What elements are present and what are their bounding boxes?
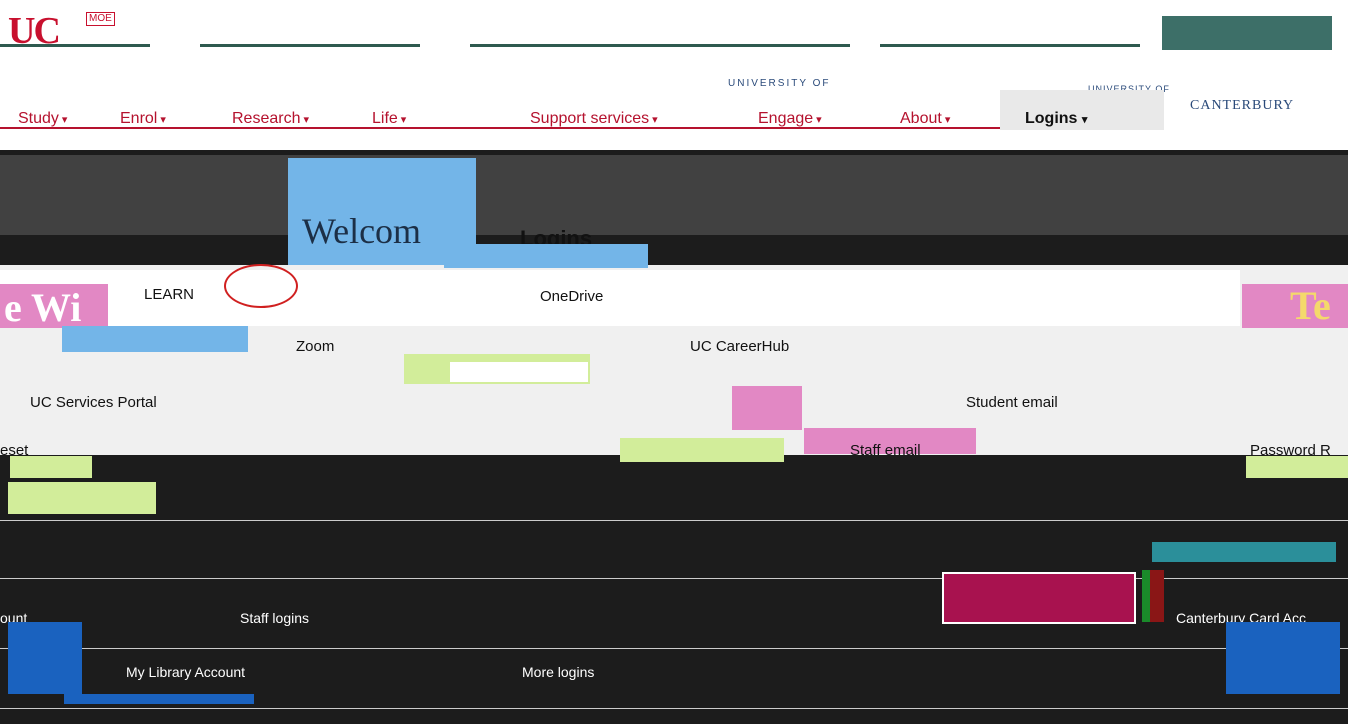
banner-right-text: Te <box>1290 283 1331 328</box>
login-link-student-email[interactable]: Student email <box>966 394 1058 411</box>
blue-block-right <box>1226 622 1340 694</box>
university-of-label: UNIVERSITY OF <box>728 78 831 89</box>
footer-link-staff-logins[interactable]: Staff logins <box>240 610 309 626</box>
chevron-down-icon: ▾ <box>816 114 822 126</box>
tile-blue <box>62 326 248 352</box>
footer-link-my-library[interactable]: My Library Account <box>126 664 245 680</box>
teal-strip <box>1152 542 1336 562</box>
utility-underline <box>0 44 150 47</box>
nav-engage[interactable]: Engage ▾ <box>758 110 822 128</box>
tile-green-5 <box>8 482 156 514</box>
nav-about[interactable]: About ▾ <box>900 110 950 128</box>
login-link-careerhub[interactable]: UC CareerHub <box>690 338 789 355</box>
tile-green-2 <box>10 456 92 480</box>
divider <box>0 648 1348 649</box>
nav-research[interactable]: Research ▾ <box>232 110 309 128</box>
divider <box>0 708 1348 709</box>
chevron-down-icon: ▾ <box>61 114 68 126</box>
logins-tab-label: Logins ▾ <box>1025 110 1087 128</box>
nav-label: Engage <box>758 110 814 127</box>
green-bar <box>1142 570 1150 622</box>
utility-underline <box>470 44 850 47</box>
tile-inner <box>450 362 588 382</box>
red-bar <box>1150 570 1164 622</box>
nav-label: Research <box>232 110 301 127</box>
divider <box>0 520 1348 521</box>
nav-life[interactable]: Life ▾ <box>372 110 406 128</box>
tile-green-4 <box>1246 456 1348 478</box>
tile-green-3 <box>620 438 784 462</box>
banner-left-text: e Wi <box>4 285 82 330</box>
login-link-learn[interactable]: LEARN <box>144 286 194 303</box>
nav-underline <box>0 127 1000 129</box>
chevron-down-icon: ▾ <box>160 114 166 126</box>
chevron-down-icon: ▾ <box>400 114 407 126</box>
login-link-services-portal[interactable]: UC Services Portal <box>30 394 157 411</box>
blue-block-left <box>8 622 82 694</box>
uc-logo[interactable]: UC <box>8 12 61 50</box>
footer-link-more-logins[interactable]: More logins <box>522 664 594 680</box>
chevron-down-icon: ▾ <box>944 114 951 126</box>
hero-band <box>0 155 1348 235</box>
utility-underline <box>880 44 1140 47</box>
brand-badge[interactable] <box>1162 16 1332 50</box>
nav-study[interactable]: Study ▾ <box>18 110 67 128</box>
canterbury-wordmark[interactable]: CANTERBURY <box>1190 98 1294 114</box>
chevron-down-icon: ▾ <box>652 114 658 126</box>
chevron-down-icon: ▾ <box>1081 114 1088 126</box>
crimson-tile <box>942 572 1136 624</box>
login-link-onedrive[interactable]: OneDrive <box>540 288 603 305</box>
nav-label: About <box>900 110 942 127</box>
login-link-zoom[interactable]: Zoom <box>296 338 334 355</box>
highlight-circle <box>224 264 298 308</box>
panel-accent <box>444 244 648 268</box>
maori-mark: MOE <box>86 12 115 26</box>
blue-block-bottom <box>64 694 254 704</box>
logins-tab-text: Logins <box>1025 110 1078 127</box>
nav-enrol[interactable]: Enrol ▾ <box>120 110 166 128</box>
nav-label: Support services <box>530 110 650 127</box>
chevron-down-icon: ▾ <box>303 114 310 126</box>
nav-label: Enrol <box>120 110 158 127</box>
hero-welcome-text: Welcom <box>302 211 422 251</box>
nav-support-services[interactable]: Support services ▾ <box>530 110 658 128</box>
login-link-staff-email[interactable]: Staff email <box>850 442 921 459</box>
utility-underline <box>200 44 420 47</box>
nav-label: Study <box>18 110 59 127</box>
nav-label: Life <box>372 110 398 127</box>
tile-pink <box>732 386 802 430</box>
